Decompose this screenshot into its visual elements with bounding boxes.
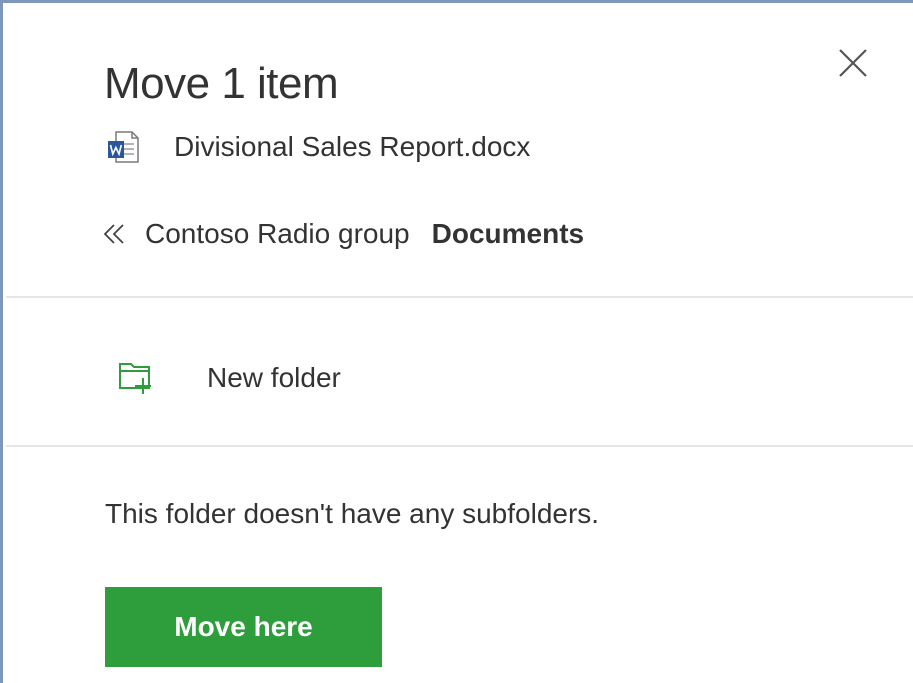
new-folder-button[interactable]: New folder bbox=[117, 355, 341, 401]
word-document-icon bbox=[108, 131, 139, 163]
divider bbox=[6, 445, 913, 447]
new-folder-icon bbox=[119, 363, 151, 394]
divider bbox=[6, 296, 913, 298]
selected-file: Divisional Sales Report.docx bbox=[106, 129, 530, 165]
file-name: Divisional Sales Report.docx bbox=[174, 131, 531, 162]
dialog-title: Move 1 item bbox=[104, 59, 339, 108]
move-here-button[interactable]: Move here bbox=[105, 587, 382, 667]
close-button[interactable] bbox=[831, 41, 875, 85]
move-item-dialog: Move 1 item Divisional Sales Report.docx… bbox=[0, 0, 913, 683]
new-folder-label: New folder bbox=[207, 362, 341, 393]
breadcrumb-parent-link[interactable]: Contoso Radio group bbox=[145, 218, 410, 250]
empty-folder-message: This folder doesn't have any subfolders. bbox=[105, 498, 600, 529]
close-icon bbox=[839, 49, 867, 77]
double-chevron-left-icon[interactable] bbox=[99, 217, 133, 251]
breadcrumb: Contoso Radio group Documents bbox=[99, 214, 584, 254]
breadcrumb-current: Documents bbox=[431, 218, 585, 249]
